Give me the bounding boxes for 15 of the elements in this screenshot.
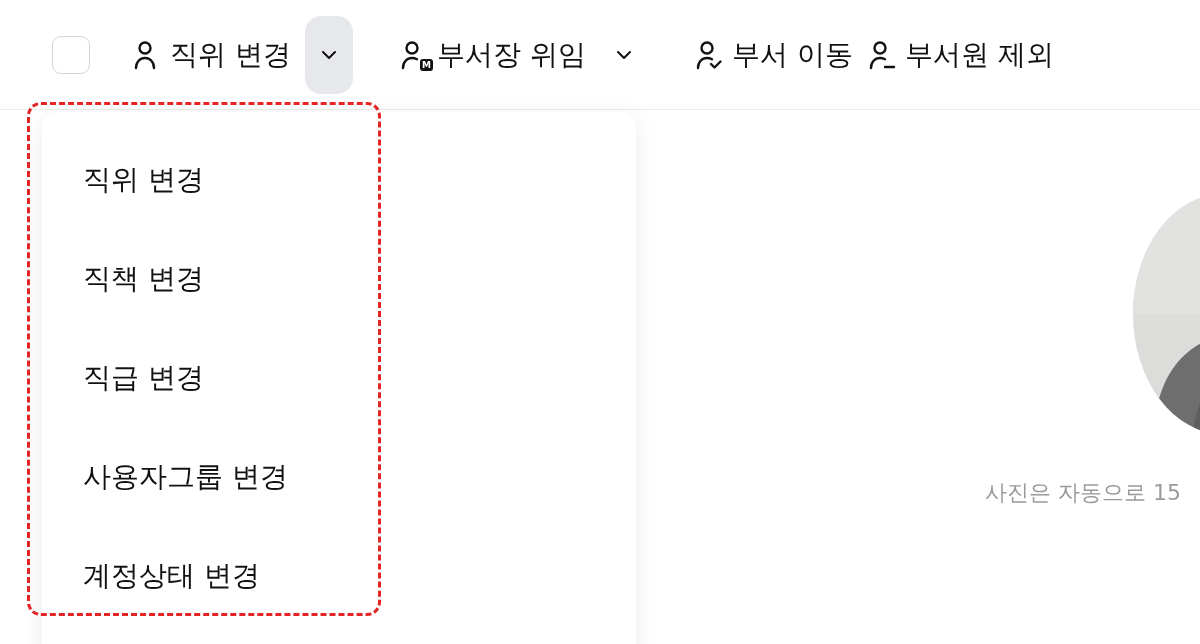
- toolbar-button[interactable]: 직위 변경: [134, 35, 291, 74]
- chevron-down-icon: [615, 49, 632, 60]
- toolbar-button[interactable]: M 부서장 위임: [400, 35, 586, 74]
- dropdown-toggle[interactable]: [304, 15, 353, 94]
- photo-caption: 사진은 자동으로 15: [985, 479, 1181, 507]
- menu-item[interactable]: 직급 변경: [42, 355, 636, 454]
- badge: M: [419, 58, 433, 71]
- toolbar-button[interactable]: 부서원 제외: [868, 35, 1054, 74]
- checkbox[interactable]: [52, 35, 90, 74]
- menu-item[interactable]: 직위 변경: [42, 157, 636, 256]
- menu-item[interactable]: 직책 변경: [42, 256, 636, 355]
- menu-item[interactable]: 계정상태 변경: [42, 553, 636, 644]
- toolbar-button[interactable]: 부서 이동: [695, 35, 853, 74]
- chevron-down-icon: [320, 49, 337, 60]
- menu-item[interactable]: 사용자그룹 변경: [42, 454, 636, 553]
